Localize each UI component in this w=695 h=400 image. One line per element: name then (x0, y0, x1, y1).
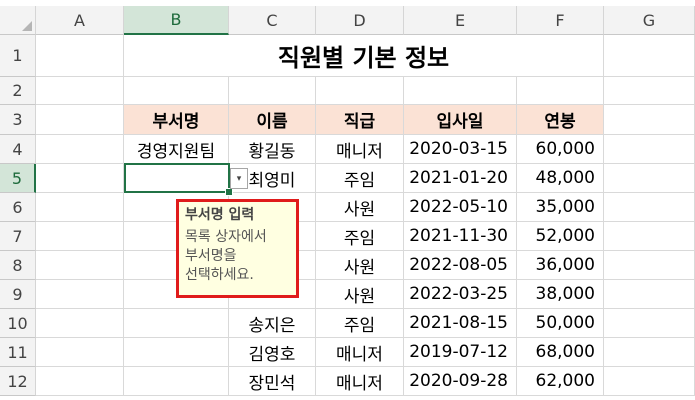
row-header-10[interactable]: 10 (0, 309, 36, 338)
table-header-dept[interactable]: 부서명 (124, 105, 229, 135)
column-header-g[interactable]: G (604, 6, 695, 35)
input-message-title: 부서명 입력 (185, 207, 255, 223)
cell-c11[interactable]: 김영호 (229, 338, 316, 367)
cell-a6[interactable] (36, 193, 124, 222)
cell-g1[interactable] (604, 35, 695, 77)
validation-dropdown-button[interactable]: ▾ (230, 168, 248, 189)
column-header-f[interactable]: F (517, 6, 604, 35)
cell-d2[interactable] (316, 77, 404, 105)
cell-g7[interactable] (604, 222, 695, 251)
select-all-corner[interactable] (0, 6, 36, 35)
cell-b2[interactable] (124, 77, 229, 105)
cell-c4[interactable]: 황길동 (229, 135, 316, 164)
select-all-triangle-icon (22, 21, 32, 31)
cell-e10[interactable]: 2021-08-15 (404, 309, 517, 338)
cell-g4[interactable] (604, 135, 695, 164)
row-header-12[interactable]: 12 (0, 367, 36, 396)
row-header-4[interactable]: 4 (0, 135, 36, 164)
cell-c2[interactable] (229, 77, 316, 105)
cell-d6[interactable]: 사원 (316, 193, 404, 222)
column-header-d[interactable]: D (316, 6, 404, 35)
cell-e6[interactable]: 2022-05-10 (404, 193, 517, 222)
cell-a11[interactable] (36, 338, 124, 367)
cell-e9[interactable]: 2022-03-25 (404, 280, 517, 309)
cell-a8[interactable] (36, 251, 124, 280)
cell-e7[interactable]: 2021-11-30 (404, 222, 517, 251)
cell-g9[interactable] (604, 280, 695, 309)
cell-g12[interactable] (604, 367, 695, 396)
cell-g3[interactable] (604, 105, 695, 135)
cell-d11[interactable]: 매니저 (316, 338, 404, 367)
cell-a7[interactable] (36, 222, 124, 251)
cell-a12[interactable] (36, 367, 124, 396)
row-header-3[interactable]: 3 (0, 105, 36, 135)
cell-e12[interactable]: 2020-09-28 (404, 367, 517, 396)
cell-f9[interactable]: 38,000 (517, 280, 604, 309)
cell-e8[interactable]: 2022-08-05 (404, 251, 517, 280)
row-header-5[interactable]: 5 (0, 164, 36, 193)
cell-b11[interactable] (124, 338, 229, 367)
cell-d10[interactable]: 주임 (316, 309, 404, 338)
fill-handle[interactable] (225, 188, 233, 196)
cell-f2[interactable] (517, 77, 604, 105)
cell-f8[interactable]: 36,000 (517, 251, 604, 280)
table-header-name[interactable]: 이름 (229, 105, 316, 135)
cell-a3[interactable] (36, 105, 124, 135)
row-header-11[interactable]: 11 (0, 338, 36, 367)
cell-g8[interactable] (604, 251, 695, 280)
cell-e4[interactable]: 2020-03-15 (404, 135, 517, 164)
cell-a1[interactable] (36, 35, 124, 77)
cell-g5[interactable] (604, 164, 695, 193)
row-header-1[interactable]: 1 (0, 35, 36, 77)
cell-f7[interactable]: 52,000 (517, 222, 604, 251)
cell-d7[interactable]: 주임 (316, 222, 404, 251)
row-header-6[interactable]: 6 (0, 193, 36, 222)
row-header-9[interactable]: 9 (0, 280, 36, 309)
spreadsheet-grid[interactable]: A B C D E F G 1 2 3 4 5 6 7 8 9 10 11 12 직원별 기본 정보 부서명 이름 직급 입사… (0, 0, 695, 400)
cell-d12[interactable]: 매니저 (316, 367, 404, 396)
cell-d8[interactable]: 사원 (316, 251, 404, 280)
cell-b10[interactable] (124, 309, 229, 338)
cell-a10[interactable] (36, 309, 124, 338)
cell-b12[interactable] (124, 367, 229, 396)
column-header-b[interactable]: B (124, 6, 229, 35)
cell-g2[interactable] (604, 77, 695, 105)
cell-a5[interactable] (36, 164, 124, 193)
cell-a9[interactable] (36, 280, 124, 309)
cell-f10[interactable]: 50,000 (517, 309, 604, 338)
cell-g6[interactable] (604, 193, 695, 222)
cell-d5[interactable]: 주임 (316, 164, 404, 193)
column-header-e[interactable]: E (404, 6, 517, 35)
validation-input-message: 부서명 입력목록 상자에서 부서명을 선택하세요. (176, 199, 299, 298)
cell-a2[interactable] (36, 77, 124, 105)
cell-f6[interactable]: 35,000 (517, 193, 604, 222)
cell-f11[interactable]: 68,000 (517, 338, 604, 367)
table-header-salary[interactable]: 연봉 (517, 105, 604, 135)
table-header-hire-date[interactable]: 입사일 (404, 105, 517, 135)
row-header-2[interactable]: 2 (0, 77, 36, 105)
cell-g10[interactable] (604, 309, 695, 338)
cell-b4[interactable]: 경영지원팀 (124, 135, 229, 164)
cell-f12[interactable]: 62,000 (517, 367, 604, 396)
cell-e5[interactable]: 2021-01-20 (404, 164, 517, 193)
chevron-down-icon: ▾ (236, 173, 242, 184)
row-header-8[interactable]: 8 (0, 251, 36, 280)
table-header-rank[interactable]: 직급 (316, 105, 404, 135)
cell-f5[interactable]: 48,000 (517, 164, 604, 193)
active-cell-selection[interactable] (124, 163, 230, 193)
cell-e11[interactable]: 2019-07-12 (404, 338, 517, 367)
cell-c12[interactable]: 장민석 (229, 367, 316, 396)
column-header-a[interactable]: A (36, 6, 124, 35)
column-header-c[interactable]: C (229, 6, 316, 35)
cell-g11[interactable] (604, 338, 695, 367)
cell-d9[interactable]: 사원 (316, 280, 404, 309)
sheet-title[interactable]: 직원별 기본 정보 (124, 35, 604, 77)
input-message-body: 목록 상자에서 부서명을 선택하세요. (185, 229, 267, 283)
cell-a4[interactable] (36, 135, 124, 164)
row-header-7[interactable]: 7 (0, 222, 36, 251)
cell-d4[interactable]: 매니저 (316, 135, 404, 164)
cell-f4[interactable]: 60,000 (517, 135, 604, 164)
cell-c10[interactable]: 송지은 (229, 309, 316, 338)
cell-e2[interactable] (404, 77, 517, 105)
